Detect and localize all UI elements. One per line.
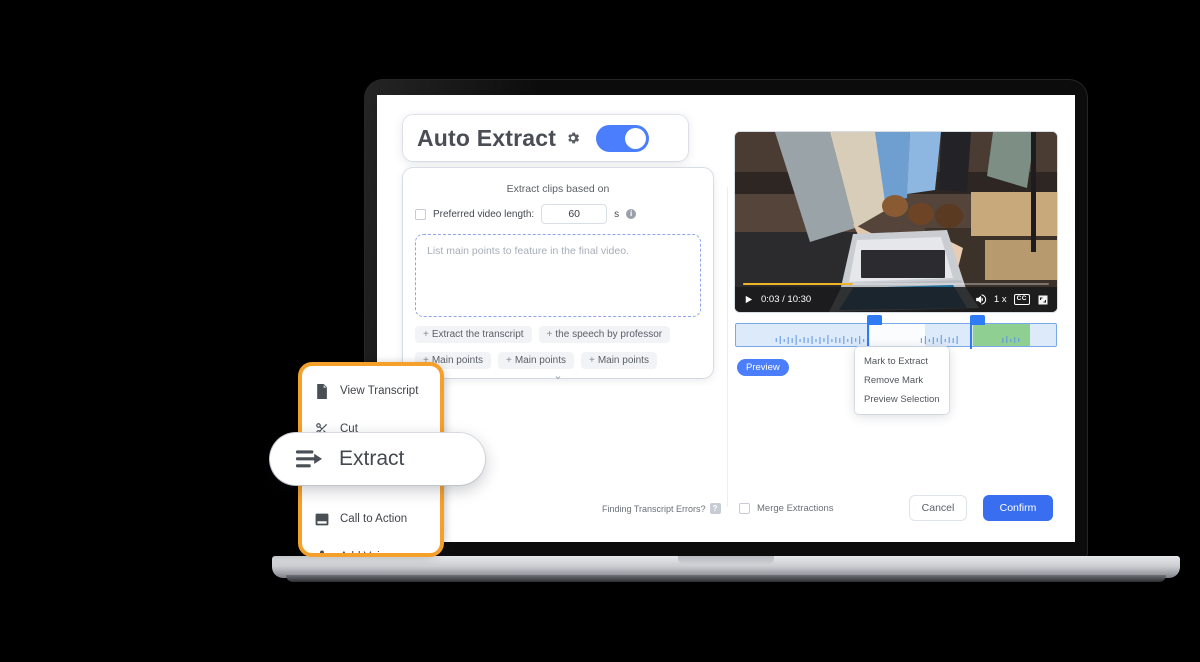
tag-speech-by-professor[interactable]: + the speech by professor	[538, 326, 671, 343]
context-item-add-voice-over[interactable]: Add Voice-over	[302, 538, 440, 557]
merge-extractions-checkbox[interactable]	[739, 503, 750, 514]
screenshot-root: Auto Extract Extract clips based on Pref…	[0, 0, 1200, 662]
extract-settings-card: Extract clips based on Preferred video l…	[403, 168, 713, 382]
chevron-down-icon[interactable]: ⌄	[415, 371, 701, 382]
main-points-textarea[interactable]: List main points to feature in the final…	[415, 234, 701, 317]
preferred-length-row: Preferred video length: 60 s i	[415, 204, 701, 224]
plus-icon: +	[505, 355, 512, 366]
tag-main-points-2[interactable]: + Main points	[497, 352, 574, 369]
tag-main-points-3[interactable]: + Main points	[580, 352, 657, 369]
video-thumbnail	[735, 132, 1057, 312]
preferred-length-label: Preferred video length:	[433, 208, 535, 220]
main-points-placeholder: List main points to feature in the final…	[427, 245, 629, 257]
merge-extractions-label: Merge Extractions	[757, 503, 834, 514]
tag-label: Main points	[431, 355, 483, 366]
plus-icon: +	[423, 329, 429, 340]
volume-icon[interactable]	[974, 293, 987, 306]
tag-extract-the-transcript[interactable]: + Extract the transcript	[415, 326, 532, 343]
auto-extract-header: Auto Extract	[403, 115, 688, 161]
extract-label: Extract	[339, 447, 405, 470]
gear-icon[interactable]	[565, 130, 581, 146]
timeline-handle-right[interactable]	[969, 315, 985, 349]
video-timestamp: 0:03 / 10:30	[761, 294, 812, 305]
merge-extractions-row[interactable]: Merge Extractions	[739, 503, 834, 514]
auto-extract-toggle[interactable]	[596, 124, 650, 152]
timeline-waveform	[775, 335, 1020, 346]
play-icon[interactable]	[743, 294, 754, 305]
extract-caption: Extract clips based on	[506, 183, 610, 195]
cc-icon[interactable]: CC	[1013, 294, 1030, 305]
video-controls: 0:03 / 10:30 1 x CC	[735, 283, 1057, 312]
help-icon[interactable]: ?	[709, 503, 721, 514]
plus-icon: +	[588, 355, 595, 366]
suggestion-tags-row-2: + Main points + Main points + Main points	[415, 352, 701, 369]
timeline-context-menu: Mark to Extract Remove Mark Preview Sele…	[855, 347, 949, 414]
extraction-timeline[interactable]	[735, 315, 1057, 349]
fullscreen-icon[interactable]	[1037, 294, 1049, 306]
banner-icon	[314, 512, 329, 527]
context-item-label: Call to Action	[340, 513, 408, 525]
hint-label: Finding Transcript Errors?	[602, 503, 706, 514]
laptop-screen: Auto Extract Extract clips based on Pref…	[377, 95, 1075, 542]
footer-bar: Finding Transcript Errors? ? Merge Extra…	[377, 486, 1075, 542]
tag-label: Main points	[514, 355, 566, 366]
context-item-label: Add Voice-over	[340, 551, 418, 557]
transcript-errors-hint[interactable]: Finding Transcript Errors? ?	[602, 503, 721, 514]
preferred-length-input[interactable]: 60	[541, 204, 608, 224]
tag-label: Extract the transcript	[431, 329, 524, 340]
menu-item-mark-to-extract[interactable]: Mark to Extract	[855, 352, 949, 371]
menu-item-remove-mark[interactable]: Remove Mark	[855, 371, 949, 390]
microphone-icon	[314, 550, 329, 553]
timeline-handle-left[interactable]	[867, 315, 883, 349]
auto-extract-app: Auto Extract Extract clips based on Pref…	[377, 95, 1075, 542]
context-item-extract-highlighted[interactable]: Extract	[270, 433, 485, 485]
playback-speed[interactable]: 1 x	[994, 294, 1007, 305]
tag-label: Main points	[597, 355, 649, 366]
video-progress-bar[interactable]	[743, 283, 1049, 285]
plus-icon: +	[546, 329, 553, 340]
laptop-base-foot	[286, 575, 1166, 582]
context-item-label: View Transcript	[340, 385, 419, 397]
extract-arrow-icon	[296, 448, 322, 470]
context-item-call-to-action[interactable]: Call to Action	[302, 500, 440, 538]
document-icon	[314, 383, 329, 399]
confirm-button[interactable]: Confirm	[983, 495, 1053, 521]
cancel-button[interactable]: Cancel	[909, 495, 967, 521]
context-item-view-transcript[interactable]: View Transcript	[302, 372, 440, 410]
toggle-knob	[625, 127, 647, 149]
video-preview[interactable]: 0:03 / 10:30 1 x CC	[735, 132, 1057, 312]
preferred-length-unit: s	[614, 208, 620, 220]
info-icon[interactable]: i	[626, 209, 637, 219]
preview-badge[interactable]: Preview	[737, 359, 789, 376]
suggestion-tags-row-1: + Extract the transcript + the speech by p…	[415, 326, 701, 343]
page-title: Auto Extract	[417, 124, 557, 151]
preferred-length-checkbox[interactable]	[415, 208, 426, 220]
panel-divider	[727, 187, 728, 507]
tag-label: the speech by professor	[555, 329, 663, 340]
menu-item-preview-selection[interactable]: Preview Selection	[855, 390, 949, 409]
